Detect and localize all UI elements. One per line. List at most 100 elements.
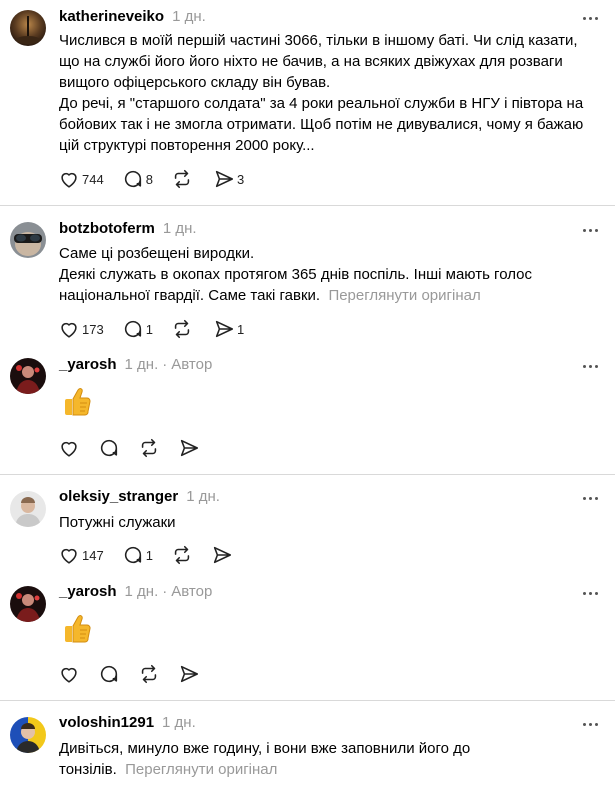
timestamp: 1 дн. [162,714,196,731]
username[interactable]: botzbotoferm [59,220,155,237]
post-text: Потужні служаки [59,512,599,533]
more-icon[interactable] [579,714,601,734]
avatar[interactable] [10,358,46,394]
share-icon [213,546,231,564]
repost-icon [174,169,190,189]
share-button[interactable] [178,437,200,459]
avatar[interactable] [10,491,46,527]
avatar[interactable] [10,222,46,258]
comment-icon [124,170,141,188]
timestamp: 1 дн. [186,488,220,505]
divider [0,700,615,701]
text-paragraph: Деякі служать в окопах протягом 365 днів… [59,264,599,306]
author-label: Автор [171,583,213,600]
reply-button[interactable] [98,437,120,459]
share-icon [215,320,233,338]
reply-count: 1 [145,547,153,563]
reply-count: 1 [145,321,153,337]
username[interactable]: _yarosh [59,583,117,600]
text-paragraph: Числився в моїй першій частині 3066, тіл… [59,32,578,91]
reply-button[interactable] [98,663,120,685]
text-paragraph: Саме ці розбещені виродки. [59,245,255,262]
heart-icon [61,548,77,564]
avatar[interactable] [10,586,46,622]
repost-icon [141,664,157,684]
share-button[interactable]: 1 [213,318,244,340]
repost-button[interactable] [138,663,160,685]
timestamp: 1 дн. [124,356,159,373]
like-count: 147 [82,547,104,563]
post-header: oleksiy_stranger 1 дн. [59,488,220,508]
reply-count: 8 [145,171,153,187]
share-count: 3 [236,171,245,187]
repost-button[interactable] [171,544,193,566]
post-actions: 147 1 [58,544,251,566]
repost-icon [174,545,190,565]
text-paragraph: До речі, я "старшого солдата" за 4 роки … [59,95,584,154]
repost-icon [141,438,157,458]
timestamp: 1 дн. [172,8,206,25]
timestamp: 1 дн. [124,583,159,600]
repost-icon [174,319,190,339]
share-count: 1 [236,321,245,337]
repost-button[interactable] [138,437,160,459]
translate-link[interactable]: Переглянути оригінал [328,287,480,304]
thumbs-up-emoji [59,611,95,647]
heart-icon [61,172,77,188]
post-actions [58,437,218,459]
repost-button[interactable] [171,168,195,190]
more-icon[interactable] [579,583,601,603]
heart-icon [61,441,77,457]
like-count: 744 [82,171,104,187]
share-button[interactable] [178,663,200,685]
share-button[interactable] [211,544,233,566]
comment-thread: katherineveiko 1 дн. Числився в моїй пер… [0,0,615,790]
reply-button[interactable]: 8 [122,168,153,190]
thumbs-up-emoji [59,384,95,420]
translate-link[interactable]: Переглянути оригінал [125,761,277,778]
username[interactable]: katherineveiko [59,8,164,25]
more-icon[interactable] [579,220,601,240]
share-icon [180,665,199,683]
username[interactable]: voloshin1291 [59,714,154,731]
share-icon [180,439,199,457]
text-paragraph: Потужні служаки [59,514,176,531]
post-header: katherineveiko 1 дн. [59,8,206,28]
username[interactable]: _yarosh [59,356,117,373]
comment-icon [100,665,118,683]
like-button[interactable] [58,663,80,685]
avatar[interactable] [10,10,46,46]
divider [0,474,615,475]
reply-button[interactable]: 1 [122,318,153,340]
more-icon[interactable] [579,488,601,508]
post-text: Числився в моїй першій частині 3066, тіл… [59,30,599,156]
heart-icon [61,322,77,338]
more-icon[interactable] [579,356,601,376]
timestamp: 1 дн. [162,220,197,237]
separator-dot: · [162,583,168,600]
more-icon[interactable] [579,8,601,28]
share-icon [215,170,233,188]
like-button[interactable]: 173 [58,318,104,340]
like-button[interactable] [58,437,80,459]
comment-icon [100,439,118,457]
author-label: Автор [171,356,213,373]
avatar[interactable] [10,717,46,753]
like-button[interactable]: 744 [58,168,104,190]
like-button[interactable]: 147 [58,544,104,566]
text-paragraph: Дивіться, минуло вже годину, і вони вже … [59,738,489,780]
post-header: _yarosh 1 дн. · Автор [59,356,212,376]
comment-icon [124,546,141,564]
divider [0,205,615,206]
post-header: voloshin1291 1 дн. [59,714,196,734]
comment-icon [124,320,141,338]
post-header: botzbotoferm 1 дн. [59,220,197,240]
repost-button[interactable] [171,318,195,340]
post-meta: 1 дн. · Автор [125,356,213,373]
username[interactable]: oleksiy_stranger [59,488,178,505]
share-button[interactable]: 3 [213,168,244,190]
post-actions: 744 8 3 [58,168,262,190]
reply-button[interactable]: 1 [122,544,153,566]
post-meta: 1 дн. · Автор [125,583,213,600]
post-header: _yarosh 1 дн. · Автор [59,583,212,603]
